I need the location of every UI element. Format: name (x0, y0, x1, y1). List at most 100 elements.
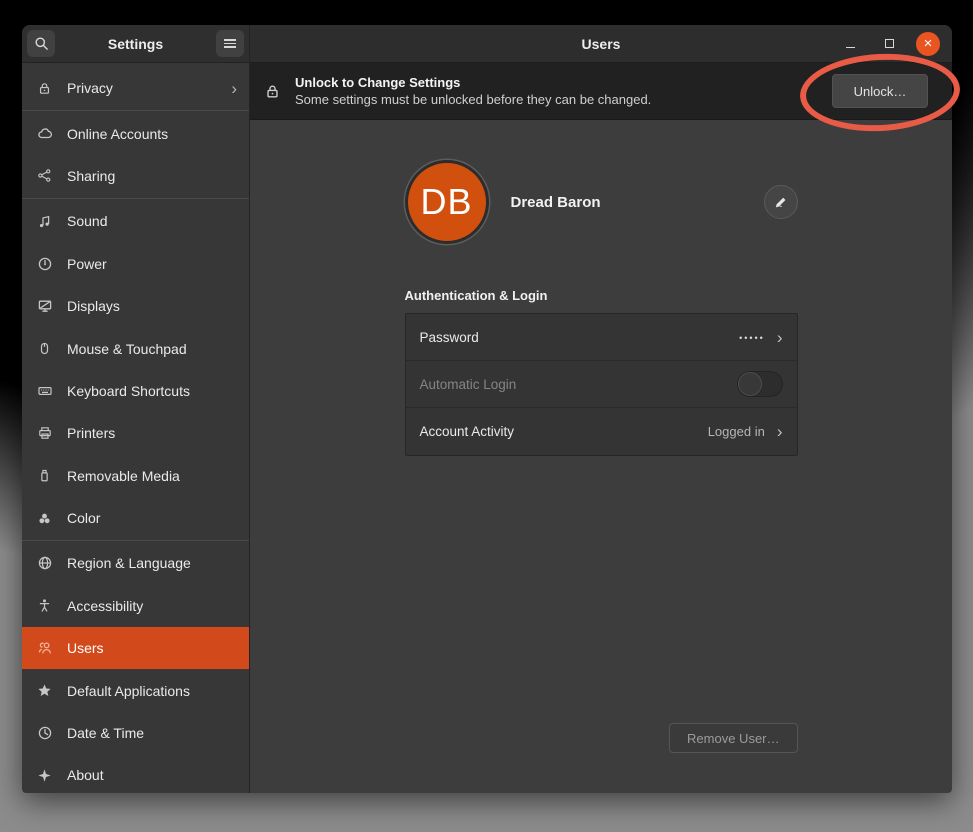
sidebar-item-label: Removable Media (67, 468, 180, 484)
globe-icon (36, 555, 53, 572)
sidebar-item-label: Accessibility (67, 598, 143, 614)
users-icon (36, 640, 53, 657)
search-button[interactable] (27, 30, 55, 57)
color-circles-icon (36, 510, 53, 527)
sidebar-separator (22, 540, 249, 541)
users-page: DB Dread Baron Authentication & Login Pa… (250, 120, 952, 793)
app-title: Settings (55, 36, 216, 52)
desktop-background: Settings Privacy › Online Accounts (0, 0, 973, 832)
accessibility-icon (36, 597, 53, 614)
banner-subtitle: Some settings must be unlocked before th… (295, 92, 651, 107)
music-note-icon (36, 213, 53, 230)
sidebar-item-label: Printers (67, 425, 115, 441)
mouse-icon (36, 340, 53, 357)
page-footer: Remove User… (405, 723, 798, 793)
toggle-knob (738, 372, 762, 396)
minimize-button[interactable] (838, 32, 862, 56)
sidebar-item-label: Keyboard Shortcuts (67, 383, 190, 399)
unlock-banner: Unlock to Change Settings Some settings … (250, 63, 952, 120)
password-dots: ••••• (739, 333, 765, 343)
sidebar-item-label: About (67, 767, 104, 783)
lock-icon (264, 83, 281, 100)
sidebar-panel: Settings Privacy › Online Accounts (22, 25, 250, 793)
sidebar-item-power[interactable]: Power (22, 243, 249, 285)
sidebar-item-label: Sharing (67, 168, 115, 184)
power-gauge-icon (36, 255, 53, 272)
password-row[interactable]: Password ••••• › (406, 314, 797, 361)
sidebar-item-label: Date & Time (67, 725, 144, 741)
chevron-right-icon: › (777, 329, 783, 346)
sidebar-headerbar: Settings (22, 25, 249, 63)
pencil-icon (773, 195, 788, 210)
main-headerbar: Users × (250, 25, 952, 63)
row-label: Automatic Login (420, 377, 517, 392)
share-icon (36, 167, 53, 184)
sidebar-item-mouse-touchpad[interactable]: Mouse & Touchpad (22, 327, 249, 369)
sidebar-item-color[interactable]: Color (22, 497, 249, 539)
sidebar-item-about[interactable]: About (22, 754, 249, 793)
sidebar-item-label: Region & Language (67, 555, 191, 571)
row-label: Account Activity (420, 424, 515, 439)
sidebar-separator (22, 110, 249, 111)
close-button[interactable]: × (916, 32, 940, 56)
automatic-login-row: Automatic Login (406, 361, 797, 408)
sidebar-item-label: Default Applications (67, 683, 190, 699)
display-icon (36, 298, 53, 315)
sparkle-icon (36, 767, 53, 784)
sidebar-item-date-time[interactable]: Date & Time (22, 712, 249, 754)
edit-name-button[interactable] (764, 185, 798, 219)
settings-window: Settings Privacy › Online Accounts (22, 25, 952, 793)
banner-title: Unlock to Change Settings (295, 75, 651, 90)
user-header: DB Dread Baron (405, 160, 798, 244)
sidebar-item-removable-media[interactable]: Removable Media (22, 455, 249, 497)
sidebar-item-default-applications[interactable]: Default Applications (22, 669, 249, 711)
printer-icon (36, 425, 53, 442)
chevron-right-icon: › (231, 80, 237, 97)
sidebar-item-label: Users (67, 640, 104, 656)
content-panel: Users × Unlock to Change Settings Some s… (250, 25, 952, 793)
auth-settings-card: Password ••••• › Automatic Login (405, 313, 798, 456)
chevron-right-icon: › (777, 423, 783, 440)
sidebar-item-online-accounts[interactable]: Online Accounts (22, 112, 249, 154)
sidebar-item-label: Power (67, 256, 107, 272)
account-activity-value: Logged in (708, 424, 765, 439)
sidebar-nav: Privacy › Online Accounts Sharing Sound (22, 63, 249, 793)
star-icon (36, 682, 53, 699)
sidebar-item-label: Sound (67, 213, 107, 229)
sidebar-item-accessibility[interactable]: Accessibility (22, 585, 249, 627)
search-icon (34, 36, 49, 51)
sidebar-item-label: Privacy (67, 80, 113, 96)
menu-button[interactable] (216, 30, 244, 57)
account-activity-row[interactable]: Account Activity Logged in › (406, 408, 797, 455)
unlock-button[interactable]: Unlock… (832, 74, 928, 108)
keyboard-icon (36, 382, 53, 399)
maximize-button[interactable] (877, 32, 901, 56)
automatic-login-toggle[interactable] (737, 371, 783, 397)
sidebar-item-label: Displays (67, 298, 120, 314)
sidebar-item-users[interactable]: Users (22, 627, 249, 669)
row-label: Password (420, 330, 479, 345)
clock-icon (36, 725, 53, 742)
sidebar-item-label: Color (67, 510, 100, 526)
sidebar-item-printers[interactable]: Printers (22, 412, 249, 454)
minimize-icon (846, 47, 855, 49)
sidebar-item-region-language[interactable]: Region & Language (22, 542, 249, 584)
sidebar-item-label: Online Accounts (67, 126, 168, 142)
sidebar-item-sharing[interactable]: Sharing (22, 155, 249, 197)
user-name: Dread Baron (511, 194, 601, 211)
section-heading: Authentication & Login (405, 288, 798, 303)
close-icon: × (924, 36, 933, 51)
sidebar-item-keyboard-shortcuts[interactable]: Keyboard Shortcuts (22, 370, 249, 412)
sidebar-item-sound[interactable]: Sound (22, 200, 249, 242)
hamburger-menu-icon (224, 39, 236, 48)
sidebar-item-displays[interactable]: Displays (22, 285, 249, 327)
lock-icon (36, 80, 53, 97)
banner-text: Unlock to Change Settings Some settings … (295, 75, 651, 107)
sidebar-separator (22, 198, 249, 199)
maximize-icon (885, 39, 894, 48)
flash-drive-icon (36, 467, 53, 484)
avatar[interactable]: DB (405, 160, 489, 244)
cloud-icon (36, 125, 53, 142)
remove-user-button[interactable]: Remove User… (669, 723, 797, 753)
sidebar-item-privacy[interactable]: Privacy › (22, 67, 249, 109)
